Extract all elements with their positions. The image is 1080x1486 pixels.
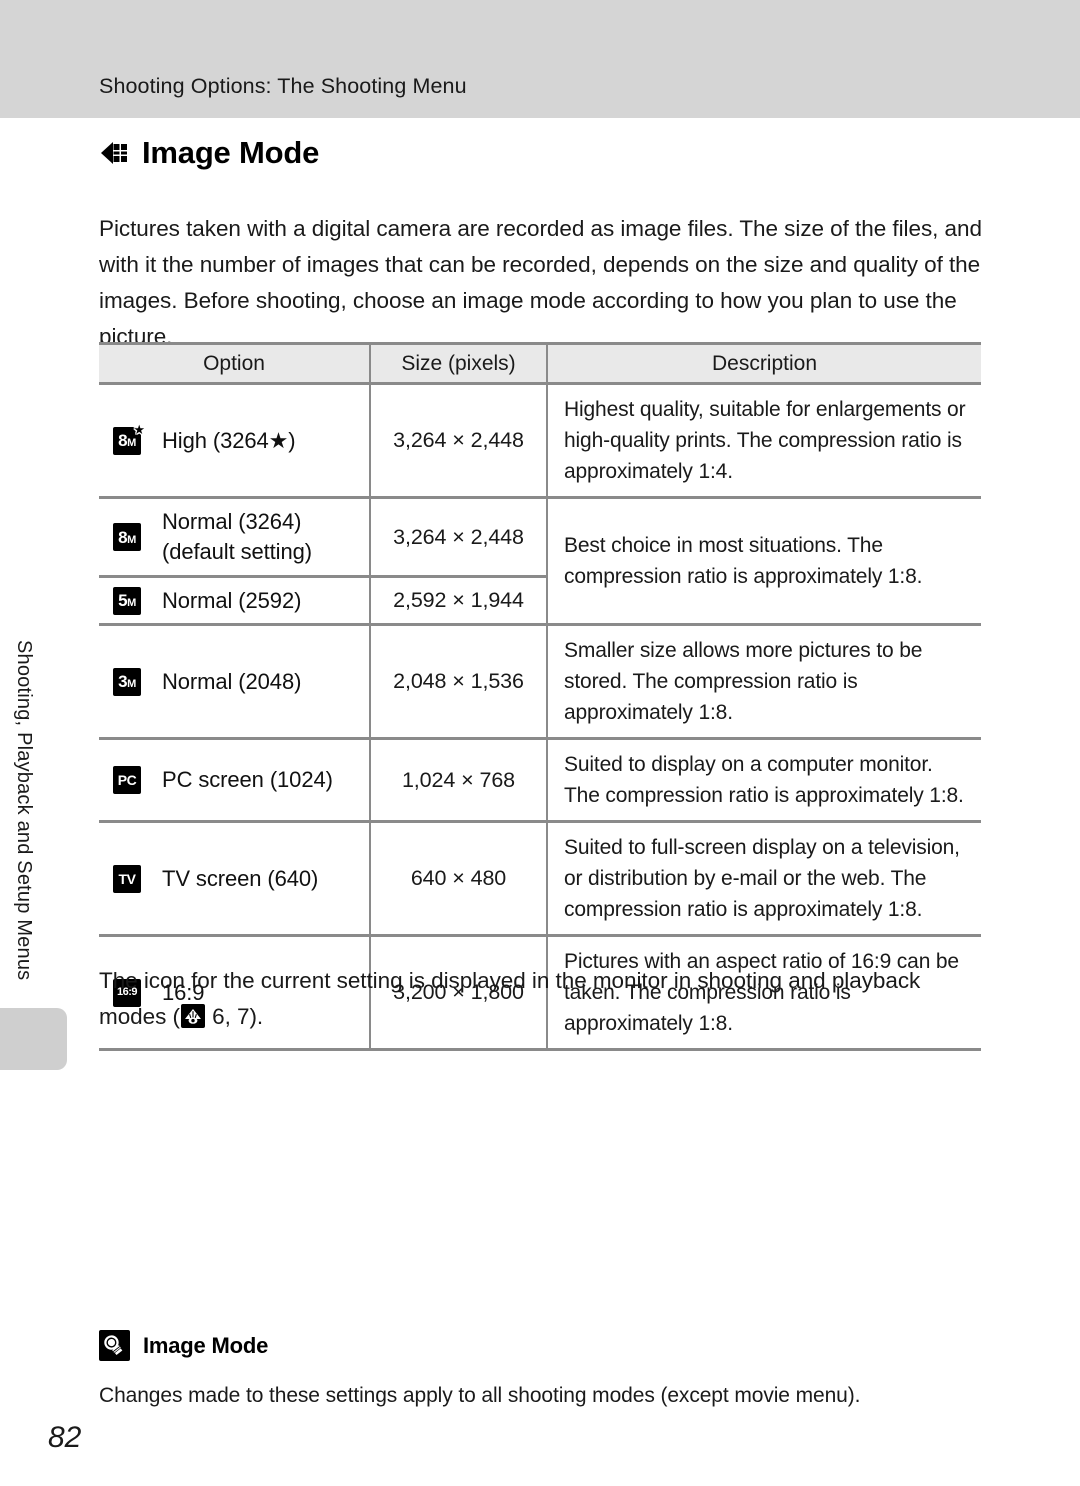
star-icon: ★ bbox=[133, 421, 145, 437]
running-header-band bbox=[0, 0, 1080, 118]
option-label: PC screen (1024) bbox=[162, 767, 333, 792]
option-label: Normal (2592) bbox=[162, 587, 302, 613]
page-number: 82 bbox=[48, 1421, 82, 1454]
option-cell: PC PC screen (1024) bbox=[99, 737, 371, 823]
intro-paragraph: Pictures taken with a digital camera are… bbox=[99, 215, 982, 349]
table-row: PC PC screen (1024) 1,024 × 768 Suited t… bbox=[99, 737, 981, 823]
size-cell: 2,048 × 1,536 bbox=[369, 623, 548, 740]
closing-text-after: 6, 7). bbox=[205, 1003, 264, 1029]
table-row: 8M Normal (3264) (default setting) 3,264… bbox=[99, 496, 981, 626]
lightbulb-icon bbox=[99, 1330, 130, 1361]
closing-paragraph: The icon for the current setting is disp… bbox=[99, 963, 985, 1035]
size-cell: 3,264 × 2,448 bbox=[369, 382, 548, 499]
running-header-title: Shooting Options: The Shooting Menu bbox=[99, 74, 467, 98]
table-row: 8M ★ High (3264★) 3,264 × 2,448 Highest … bbox=[99, 382, 981, 499]
tip-body: Changes made to these settings apply to … bbox=[99, 1384, 861, 1407]
tip-note: Image Mode Changes made to these setting… bbox=[99, 1330, 985, 1411]
option-cell: 3M Normal (2048) bbox=[99, 623, 371, 740]
column-header-size: Size (pixels) bbox=[369, 342, 548, 385]
option-cell: 8M Normal (3264) (default setting) bbox=[99, 496, 371, 578]
mode-badge-8m-star: 8M ★ bbox=[113, 423, 145, 455]
option-cell: TV TV screen (640) bbox=[99, 820, 371, 937]
size-cell: 3,264 × 2,448 bbox=[369, 496, 548, 578]
section-title: Image Mode bbox=[142, 135, 320, 170]
table-row: TV TV screen (640) 640 × 480 Suited to f… bbox=[99, 820, 981, 937]
option-label: TV screen (640) bbox=[162, 865, 319, 891]
option-label: Normal (2048) bbox=[162, 668, 302, 694]
option-label: Normal (3264) (default setting) bbox=[162, 509, 312, 564]
option-cell: 5M Normal (2592) bbox=[99, 575, 371, 626]
size-cell: 2,592 × 1,944 bbox=[369, 575, 547, 626]
image-mode-arrow-icon bbox=[99, 138, 129, 168]
table-row: 3M Normal (2048) 2,048 × 1,536 Smaller s… bbox=[99, 623, 981, 740]
image-mode-table: Option Size (pixels) Description 8M ★ Hi… bbox=[99, 342, 981, 1051]
description-cell: Suited to display on a computer monitor.… bbox=[546, 737, 981, 823]
eye-monitor-icon bbox=[180, 1003, 205, 1028]
size-cell: 1,024 × 768 bbox=[369, 737, 548, 823]
tip-title: Image Mode bbox=[143, 1332, 269, 1358]
option-cell: 8M ★ High (3264★) bbox=[99, 382, 371, 499]
column-header-description: Description bbox=[546, 342, 981, 385]
option-label: High (3264★) bbox=[162, 427, 296, 453]
description-cell: Best choice in most situations. The comp… bbox=[546, 496, 981, 626]
mode-badge-tv: TV bbox=[113, 864, 141, 893]
description-cell: Highest quality, suitable for enlargemen… bbox=[546, 382, 981, 499]
column-header-option: Option bbox=[99, 342, 371, 385]
description-cell: Smaller size allows more pictures to be … bbox=[546, 623, 981, 740]
tip-heading: Image Mode bbox=[99, 1330, 985, 1361]
chapter-tab-label: Shooting, Playback and Setup Menus bbox=[13, 640, 35, 981]
table-header-row: Option Size (pixels) Description bbox=[99, 342, 981, 385]
description-cell: Suited to full-screen display on a telev… bbox=[546, 820, 981, 937]
mode-badge-3m: 3M bbox=[113, 667, 141, 696]
section-heading: Image Mode bbox=[99, 135, 319, 171]
mode-badge-5m: 5M bbox=[113, 586, 141, 615]
mode-badge-8m: 8M bbox=[113, 523, 141, 551]
mode-badge-pc: PC bbox=[113, 766, 141, 794]
size-cell: 640 × 480 bbox=[369, 820, 548, 937]
